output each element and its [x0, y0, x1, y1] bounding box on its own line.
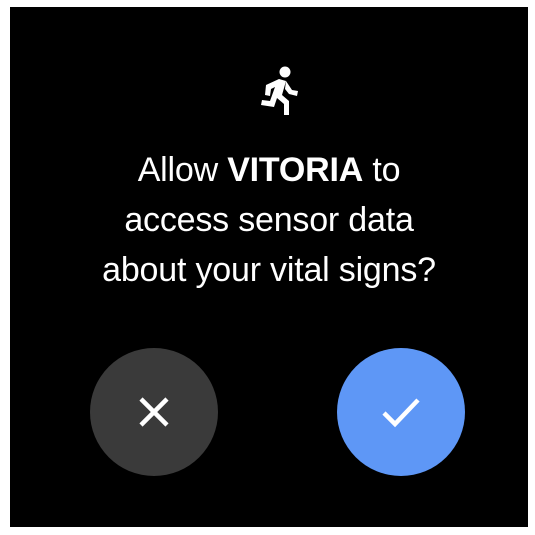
allow-button[interactable] [337, 348, 465, 476]
permission-dialog: Allow VITORIA to access sensor data abou… [10, 7, 528, 527]
prompt-prefix: Allow [137, 151, 218, 189]
check-icon [382, 398, 420, 428]
prompt-line-2: access sensor data [124, 201, 414, 239]
prompt-suffix: to [372, 151, 401, 189]
prompt-line-3: about your vital signs? [102, 251, 436, 289]
running-person-icon [255, 65, 303, 119]
close-icon [139, 397, 169, 427]
deny-button[interactable] [90, 348, 218, 476]
app-name: VITORIA [227, 151, 364, 189]
permission-prompt: Allow VITORIA to access sensor data abou… [10, 145, 528, 295]
prompt-line-1: Allow VITORIA to [10, 145, 528, 195]
